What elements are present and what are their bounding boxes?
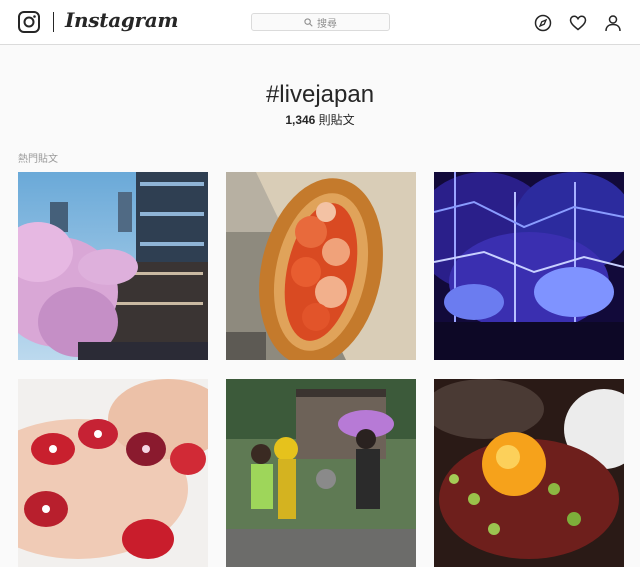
post-thumbnail-lobster-roll[interactable]	[226, 172, 416, 360]
post-count-unit: 則貼文	[315, 113, 355, 127]
post-thumbnail-illumination[interactable]	[434, 172, 624, 360]
logo-divider	[53, 12, 54, 32]
cherry-blossom-image	[18, 172, 208, 360]
explore-compass-icon[interactable]	[534, 14, 552, 32]
top-posts-label: 熱門貼文	[18, 154, 58, 165]
profile-person-icon[interactable]	[604, 14, 622, 32]
post-count-number: 1,346	[285, 113, 316, 127]
post-thumbnail-nail-art[interactable]	[18, 379, 208, 567]
post-thumbnail-cherry-blossom[interactable]	[18, 172, 208, 360]
people-statue-image	[226, 379, 416, 567]
illumination-image	[434, 172, 624, 360]
brand-wordmark[interactable]: Instagram	[65, 8, 179, 32]
search-placeholder: 搜尋	[317, 18, 337, 30]
post-thumbnail-egg-yolk[interactable]	[434, 379, 624, 567]
activity-heart-icon[interactable]	[569, 14, 587, 32]
post-count: 1,346 則貼文	[0, 111, 640, 128]
top-navigation-bar: Instagram 搜尋	[0, 0, 640, 45]
post-thumbnail-people-statue[interactable]	[226, 379, 416, 567]
lobster-roll-image	[226, 172, 416, 360]
search-icon	[304, 17, 313, 27]
egg-yolk-dish-image	[434, 379, 624, 567]
search-input[interactable]: 搜尋	[251, 13, 390, 31]
hashtag-title: #livejapan	[265, 81, 375, 108]
instagram-camera-icon[interactable]	[18, 11, 40, 33]
nail-art-image	[18, 379, 208, 567]
